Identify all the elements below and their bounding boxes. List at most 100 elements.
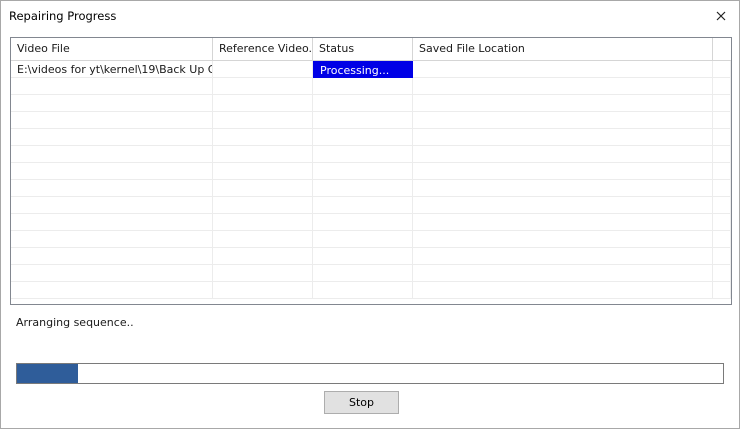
empty-cell [11,78,213,95]
column-header-saved-file-location[interactable]: Saved File Location [413,38,713,60]
column-header-video-file[interactable]: Video File [11,38,213,60]
empty-cell [11,282,213,299]
empty-cell [213,180,313,197]
empty-cell [413,146,713,163]
table-row[interactable] [11,180,731,197]
empty-cell [413,95,713,112]
stop-button[interactable]: Stop [324,391,399,414]
table-row[interactable] [11,163,731,180]
table-row[interactable] [11,112,731,129]
table-row[interactable] [11,231,731,248]
empty-cell [313,78,413,95]
reference-video-cell [213,61,313,78]
empty-cell [713,163,731,180]
empty-cell [313,163,413,180]
empty-cell [413,163,713,180]
empty-cell [213,129,313,146]
empty-cell [213,163,313,180]
empty-cell [11,146,213,163]
repair-progress-dialog: Repairing Progress Video File Reference … [0,0,740,429]
empty-cell [313,214,413,231]
empty-cell [213,95,313,112]
table-row[interactable] [11,78,731,95]
video-file-cell: E:\videos for yt\kernel\19\Back Up G... [11,61,213,78]
empty-cell [713,282,731,299]
empty-cell [413,248,713,265]
empty-cell [313,112,413,129]
table-header: Video File Reference Video... Status Sav… [11,38,731,61]
status-message: Arranging sequence.. [16,316,134,329]
table-row[interactable] [11,129,731,146]
empty-cell [713,248,731,265]
table-row[interactable] [11,248,731,265]
empty-cell [11,197,213,214]
empty-cell [413,129,713,146]
empty-cell [713,265,731,282]
empty-cell [713,112,731,129]
empty-cell [11,95,213,112]
table-row[interactable] [11,265,731,282]
repair-progress-bar [16,363,724,384]
empty-cell [713,95,731,112]
repair-table[interactable]: Video File Reference Video... Status Sav… [10,37,732,305]
empty-cell [213,197,313,214]
empty-cell [313,95,413,112]
empty-cell [413,78,713,95]
saved-location-cell [413,61,713,78]
empty-cell [413,231,713,248]
table-row[interactable] [11,95,731,112]
table-row[interactable] [11,197,731,214]
empty-cell [213,265,313,282]
empty-cell [413,112,713,129]
empty-cell [713,146,731,163]
table-row[interactable] [11,214,731,231]
empty-cell [11,112,213,129]
empty-cell [213,214,313,231]
empty-cell [313,180,413,197]
empty-cell [11,265,213,282]
status-cell: Processing... [313,61,413,78]
empty-cell [313,197,413,214]
empty-cell [11,248,213,265]
empty-cell [213,248,313,265]
column-header-filler [713,38,731,60]
empty-cell [713,180,731,197]
column-header-reference-video[interactable]: Reference Video... [213,38,313,60]
empty-cell [11,231,213,248]
empty-cell [713,197,731,214]
empty-cell [713,61,731,78]
empty-cell [313,146,413,163]
empty-cell [413,265,713,282]
empty-cell [11,129,213,146]
empty-cell [313,248,413,265]
empty-cell [11,180,213,197]
empty-cell [313,231,413,248]
empty-cell [11,163,213,180]
empty-cell [713,129,731,146]
empty-cell [313,282,413,299]
progress-fill [17,364,78,383]
table-row[interactable] [11,282,731,299]
empty-cell [11,214,213,231]
dialog-title: Repairing Progress [9,9,117,23]
empty-cell [213,78,313,95]
empty-cell [713,78,731,95]
empty-cell [213,146,313,163]
empty-cell [413,180,713,197]
close-icon [716,11,726,21]
empty-cell [413,282,713,299]
empty-cell [213,282,313,299]
title-bar: Repairing Progress [1,1,739,31]
table-row[interactable]: E:\videos for yt\kernel\19\Back Up G... P… [11,61,731,78]
empty-cell [713,214,731,231]
empty-cell [413,197,713,214]
empty-cell [213,112,313,129]
close-button[interactable] [709,5,733,27]
empty-cell [713,231,731,248]
table-row[interactable] [11,146,731,163]
empty-cell [213,231,313,248]
column-header-status[interactable]: Status [313,38,413,60]
empty-cell [413,214,713,231]
empty-cell [313,265,413,282]
empty-cell [313,129,413,146]
